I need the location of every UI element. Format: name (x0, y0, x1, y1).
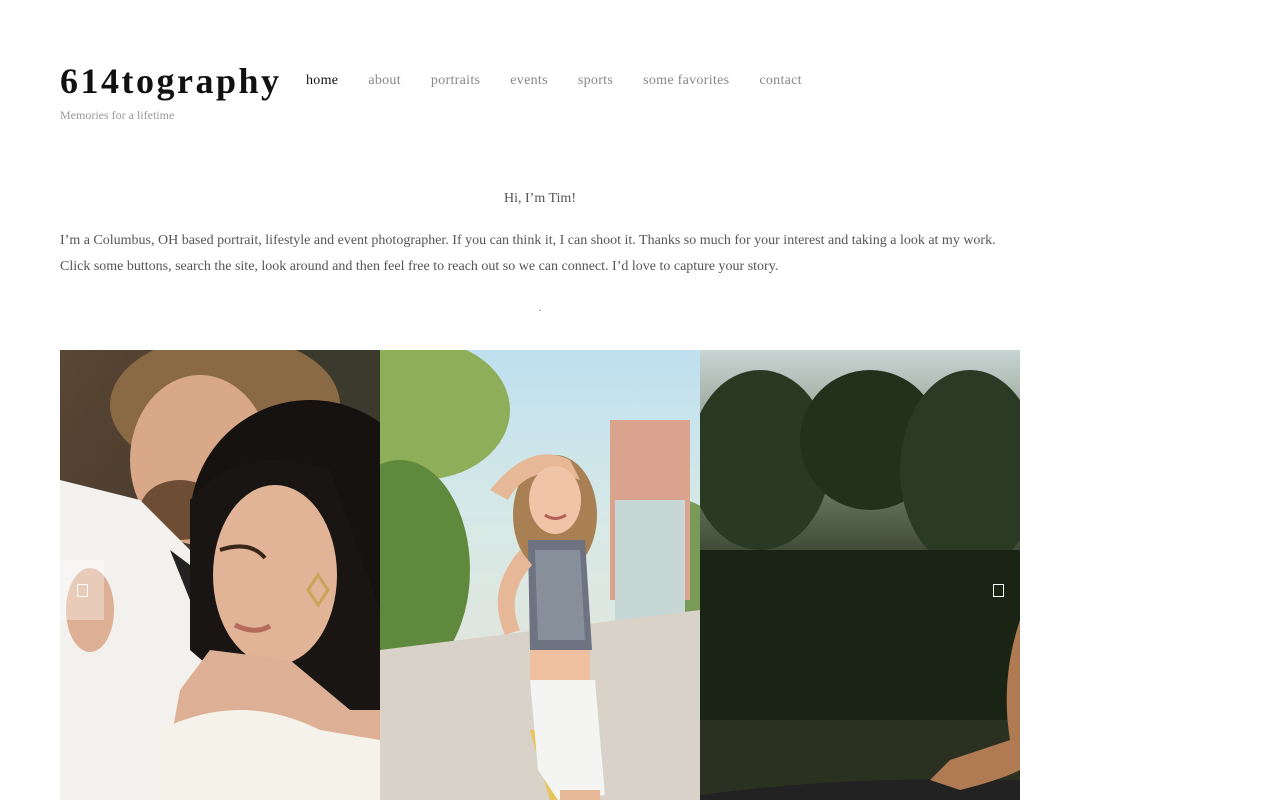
nav-link-contact[interactable]: contact (759, 72, 802, 90)
nav-link-home[interactable]: home (306, 72, 338, 90)
nav-link-about[interactable]: about (368, 72, 401, 90)
intro-text: I’m a Columbus, OH based portrait, lifes… (60, 233, 996, 274)
nav-link-events[interactable]: events (510, 72, 548, 90)
nav-link-sports[interactable]: sports (578, 72, 613, 90)
dark-portrait-photo (700, 350, 1020, 800)
slide-dark-portrait[interactable] (700, 350, 1020, 800)
intro-greeting: Hi, I’m Tim! (504, 191, 576, 206)
site-tagline: Memories for a lifetime (60, 108, 175, 122)
intro-section: Hi, I’m Tim! I’m a Columbus, OH based po… (60, 188, 1020, 316)
intro-separator: . (538, 303, 542, 314)
main-nav: home about portraits events sports some … (306, 72, 802, 90)
nav-item-about: about (368, 72, 401, 90)
nav-item-contact: contact (759, 72, 802, 90)
slider-next-button[interactable] (976, 560, 1020, 620)
nav-item-home: home (306, 72, 338, 90)
slide-couple-photo[interactable] (60, 350, 380, 800)
photo-slider (60, 350, 1020, 800)
couple-photo (60, 350, 380, 800)
nav-link-some-favorites[interactable]: some favorites (643, 72, 729, 90)
next-arrow-icon (992, 583, 1004, 597)
nav-item-sports: sports (578, 72, 613, 90)
site-title[interactable]: 614tography (60, 58, 282, 104)
slider-prev-button[interactable] (60, 560, 104, 620)
street-portrait-photo (380, 350, 700, 800)
nav-item-favorites: some favorites (643, 72, 729, 90)
slide-portrait-street[interactable] (380, 350, 700, 800)
nav-item-events: events (510, 72, 548, 90)
nav-item-portraits: portraits (431, 72, 480, 90)
prev-arrow-icon (76, 583, 88, 597)
nav-link-portraits[interactable]: portraits (431, 72, 480, 90)
